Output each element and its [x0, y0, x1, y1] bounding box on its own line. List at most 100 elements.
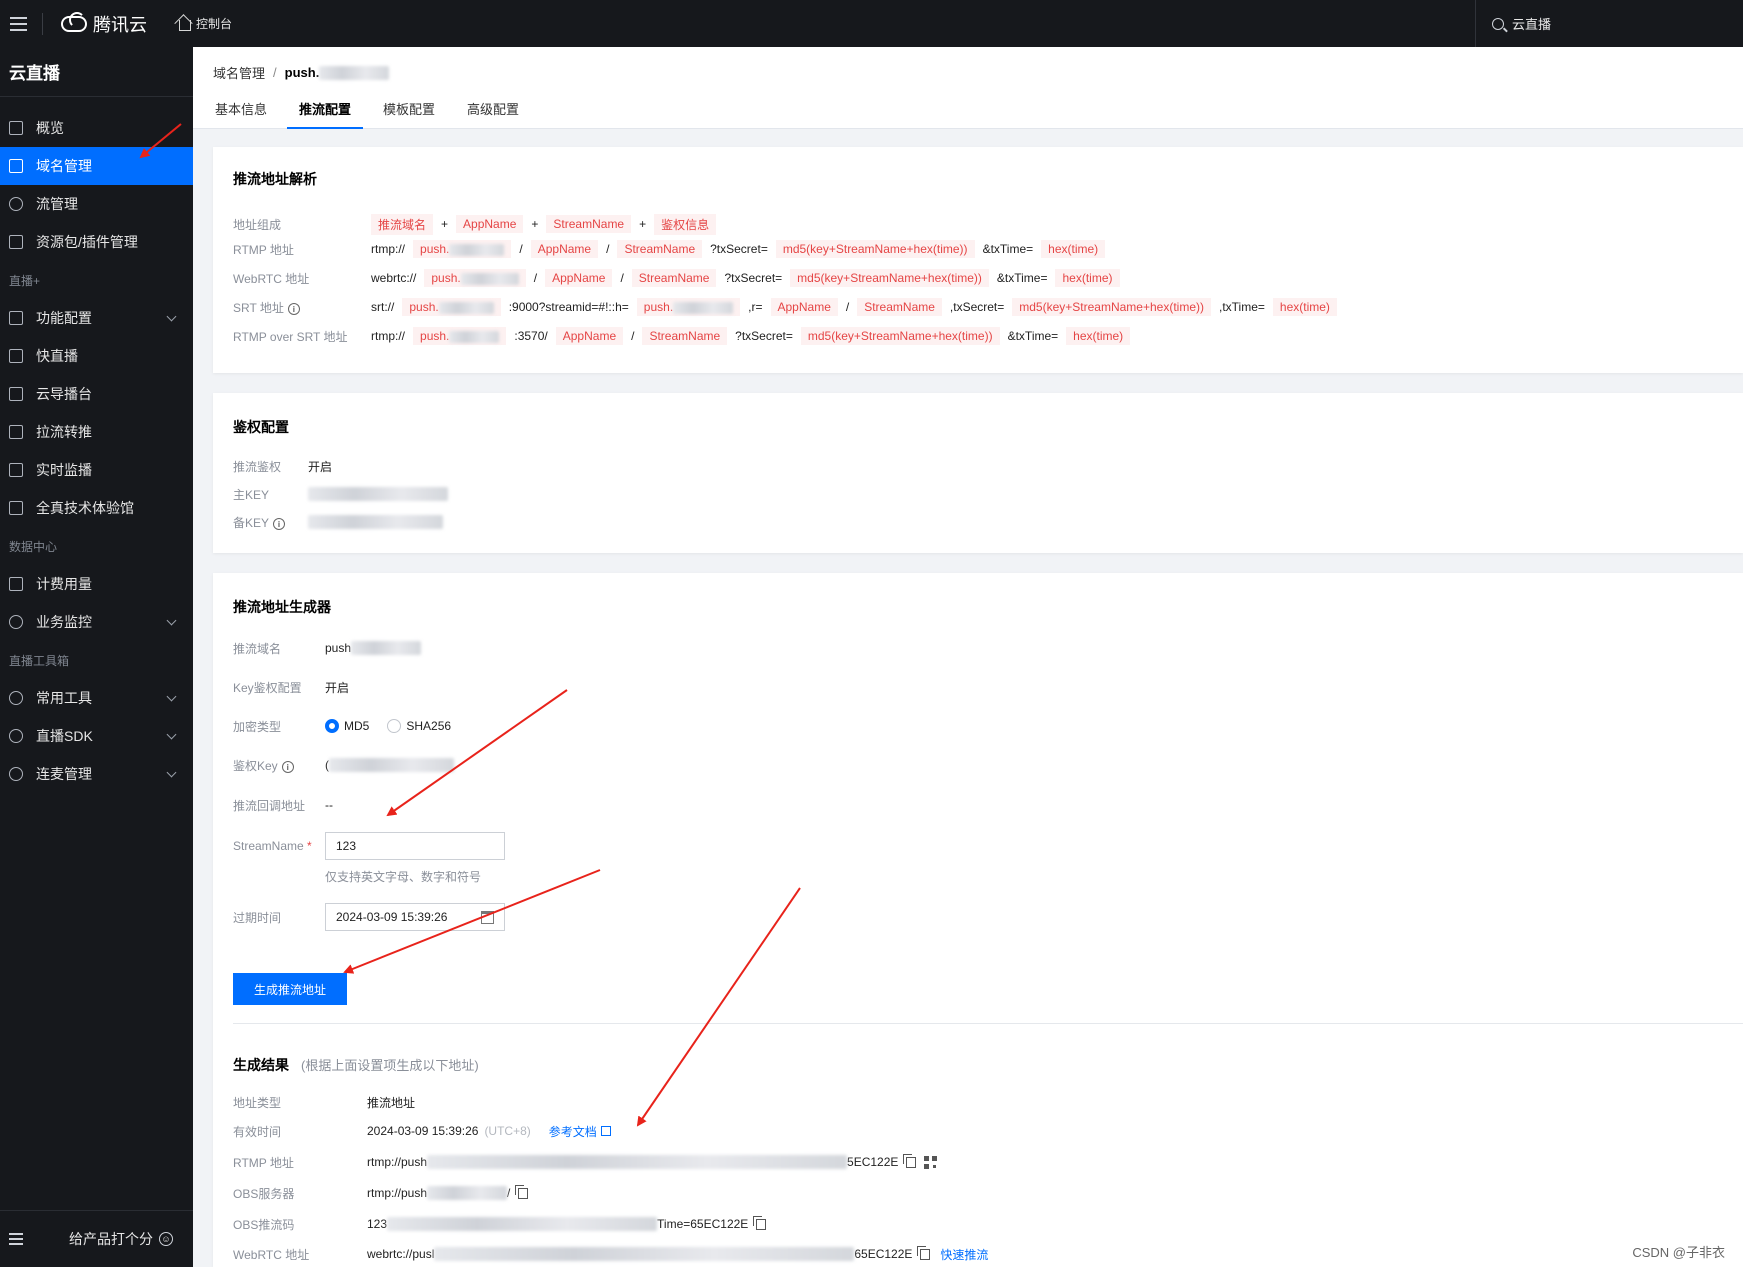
- tab-basic-info[interactable]: 基本信息: [203, 99, 279, 129]
- push-auth-value: 开启: [308, 459, 333, 474]
- generate-url-button[interactable]: 生成推流地址: [233, 973, 347, 1005]
- time-text: &txTime=: [1007, 329, 1059, 343]
- quick-push-link[interactable]: 快速推流: [940, 1246, 988, 1263]
- sidebar-item-relay[interactable]: 拉流转推: [0, 413, 193, 451]
- domain-text: push.: [431, 271, 461, 285]
- stream-name-input[interactable]: 123: [325, 832, 505, 860]
- sidebar-item-director[interactable]: 云导播台: [0, 375, 193, 413]
- breadcrumb-root[interactable]: 域名管理: [213, 63, 265, 82]
- radio-md5[interactable]: MD5: [325, 719, 369, 733]
- tag-streamname: StreamName: [631, 269, 717, 287]
- sidebar-item-tools[interactable]: 常用工具: [0, 679, 193, 717]
- sidebar-item-resource[interactable]: 资源包/插件管理: [0, 223, 193, 261]
- redacted-key: [308, 515, 443, 529]
- sidebar-item-business-monitor[interactable]: 业务监控: [0, 603, 193, 641]
- gen-encrypt-row: 加密类型 MD5 SHA256: [233, 715, 469, 737]
- tag-appname: AppName: [545, 269, 613, 287]
- play-circle-icon: [9, 729, 23, 743]
- sidebar-group-toolbox: 直播工具箱: [9, 653, 70, 668]
- tag-hex: hex(time): [1055, 269, 1120, 287]
- copy-icon[interactable]: [903, 1153, 917, 1168]
- doc-link[interactable]: 参考文档: [549, 1123, 611, 1140]
- rate-product-link[interactable]: 给产品打个分: [69, 1229, 153, 1249]
- info-icon[interactable]: i: [281, 761, 294, 773]
- divider: [42, 12, 43, 35]
- tag-md5: md5(key+StreamName+hex(time)): [1012, 298, 1211, 316]
- console-link[interactable]: 控制台: [179, 15, 232, 32]
- copy-icon[interactable]: [917, 1245, 931, 1260]
- domain-text: push.: [420, 329, 450, 343]
- brand-name: 腾讯云: [93, 14, 147, 35]
- copy-icon[interactable]: [753, 1215, 767, 1230]
- result-note: (根据上面设置项生成以下地址): [301, 1058, 479, 1073]
- gen-auth-key-row: 鉴权Key i (: [233, 754, 454, 776]
- plus-sign: +: [441, 217, 449, 231]
- sidebar-item-stream[interactable]: 流管理: [0, 185, 193, 223]
- rtmp-url-start: rtmp://push: [367, 1155, 428, 1169]
- tag-domain: 推流域名: [371, 213, 434, 235]
- slash: /: [606, 242, 610, 256]
- rtmp-over-srt-row: RTMP over SRT 地址 rtmp:// push. :3570/ Ap…: [233, 325, 1134, 347]
- result-type-value: 推流地址: [367, 1095, 416, 1110]
- qrcode-icon[interactable]: [924, 1155, 938, 1169]
- gen-domain-row: 推流域名 push: [233, 637, 422, 659]
- home-icon: [179, 19, 191, 31]
- expire-value: 2024-03-09 15:39:26: [336, 910, 448, 924]
- brand-logo[interactable]: 腾讯云: [61, 11, 147, 37]
- time-text: ,txTime=: [1219, 300, 1265, 314]
- redacted-domain: [673, 301, 734, 314]
- tab-template-config[interactable]: 模板配置: [371, 99, 447, 129]
- row-label: StreamName *: [233, 839, 312, 853]
- radio-dot: [387, 719, 402, 733]
- radio-sha256[interactable]: SHA256: [387, 719, 451, 733]
- chevron-down-icon: [166, 767, 177, 778]
- info-icon[interactable]: i: [273, 518, 286, 530]
- tab-advanced-config[interactable]: 高级配置: [455, 99, 531, 129]
- row-label: 鉴权Key i: [233, 757, 325, 774]
- sidebar-item-experience[interactable]: 全真技术体验馆: [0, 489, 193, 527]
- copy-icon[interactable]: [515, 1184, 529, 1199]
- row-label: 加密类型: [233, 719, 282, 734]
- gen-key-auth-row: Key鉴权配置 开启: [233, 676, 349, 698]
- sidebar-item-feature[interactable]: 功能配置: [0, 299, 193, 337]
- redacted-url: [434, 1247, 855, 1261]
- tag-appname: AppName: [555, 327, 624, 345]
- tag-md5: md5(key+StreamName+hex(time)): [790, 269, 989, 287]
- gen-stream-hint-row: 仅支持英文字母、数字和符号: [325, 865, 481, 887]
- gen-expire-row: 过期时间 2024-03-09 15:39:26: [233, 902, 505, 932]
- auth-key-label: 鉴权Key: [233, 758, 278, 773]
- search-box[interactable]: 云直播: [1475, 0, 1743, 47]
- collapse-icon[interactable]: [9, 1233, 23, 1245]
- info-icon[interactable]: i: [287, 303, 300, 315]
- tab-push-config[interactable]: 推流配置: [287, 99, 364, 129]
- row-label: SRT 地址 i: [233, 299, 367, 316]
- row-label: WebRTC 地址: [233, 271, 310, 286]
- sidebar-item-fast-live[interactable]: 快直播: [0, 337, 193, 375]
- webrtc-url-end: 65EC122E: [854, 1247, 913, 1261]
- external-link-icon: [600, 1126, 611, 1136]
- row-label: 过期时间: [233, 910, 282, 925]
- redacted-key: [308, 487, 448, 501]
- redacted-code: [387, 1217, 658, 1231]
- sidebar-item-overview[interactable]: 概览: [0, 109, 193, 147]
- sidebar-item-billing[interactable]: 计费用量: [0, 565, 193, 603]
- sidebar-item-sdk[interactable]: 直播SDK: [0, 717, 193, 755]
- result-rtmp-row: RTMP 地址 rtmp://push 5EC122E: [233, 1151, 938, 1173]
- menu-icon[interactable]: [0, 0, 36, 47]
- tag-streamname: StreamName: [642, 327, 728, 345]
- tag-appname: AppName: [530, 240, 599, 258]
- expire-time-picker[interactable]: 2024-03-09 15:39:26: [325, 903, 505, 931]
- domain-text: push.: [643, 300, 674, 314]
- domain-value: push: [325, 641, 352, 655]
- sidebar-item-mic[interactable]: 连麦管理: [0, 755, 193, 793]
- prefix-text: rtmp://: [371, 329, 406, 343]
- compose-row: 地址组成 推流域名 + AppName + StreamName + 鉴权信息: [233, 213, 720, 235]
- sidebar-item-monitor[interactable]: 实时监播: [0, 451, 193, 489]
- chevron-down-icon: [166, 729, 177, 740]
- slash: /: [631, 329, 635, 343]
- redacted-url: [427, 1155, 848, 1169]
- sidebar-item-label: 计费用量: [36, 576, 92, 592]
- sidebar-item-domain[interactable]: 域名管理: [0, 147, 193, 185]
- obs-server-end: /: [507, 1186, 511, 1200]
- tag-domain: push.: [413, 327, 507, 345]
